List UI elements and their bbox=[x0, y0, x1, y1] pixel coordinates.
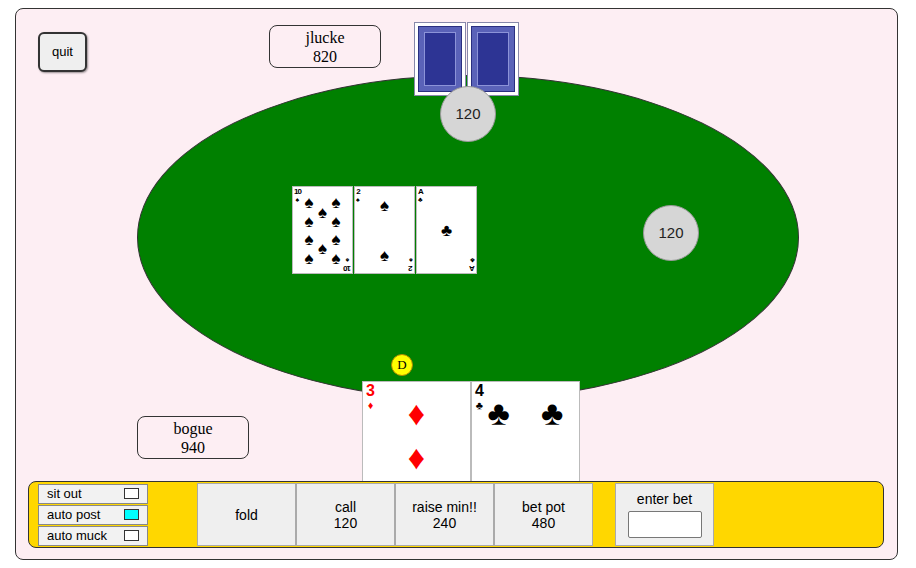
action-button[interactable]: call120 bbox=[296, 483, 395, 546]
card-rank: 10 bbox=[294, 188, 301, 196]
quit-button[interactable]: quit bbox=[38, 32, 87, 72]
dealer-button: D bbox=[391, 354, 413, 376]
bet-entry: enter bet bbox=[615, 483, 714, 546]
action-button[interactable]: fold bbox=[197, 483, 296, 546]
bet-input[interactable] bbox=[628, 511, 702, 538]
action-label: fold bbox=[235, 507, 258, 523]
action-label: raise min!! bbox=[412, 499, 477, 515]
card-pip: ♦ bbox=[408, 396, 425, 430]
card-rank: 2 bbox=[409, 264, 412, 272]
card-pip: ♠ bbox=[318, 203, 327, 220]
card-corner: 10♠ bbox=[294, 188, 301, 204]
bet-chip: 120 bbox=[440, 86, 496, 142]
option-row[interactable]: sit out bbox=[38, 484, 148, 504]
card-rank: 4 bbox=[475, 384, 484, 398]
action-amount: 120 bbox=[334, 515, 357, 531]
card-pip: ♠ bbox=[380, 197, 389, 214]
bet-chip: 120 bbox=[643, 205, 699, 261]
card-suit: ♣ bbox=[418, 196, 423, 204]
card-pip: ♠ bbox=[304, 212, 313, 229]
action-label: call bbox=[335, 499, 356, 515]
action-amount: 240 bbox=[433, 515, 456, 531]
card-pip: ♠ bbox=[332, 212, 341, 229]
option-label: auto muck bbox=[47, 526, 107, 546]
card-rank: A bbox=[470, 264, 475, 272]
card-pip: ♠ bbox=[304, 250, 313, 267]
option-checkbox[interactable] bbox=[124, 530, 139, 541]
spacer bbox=[593, 482, 615, 547]
card-rank: 3 bbox=[366, 384, 375, 398]
card-suit: ♠ bbox=[356, 196, 360, 204]
card-suit: ♠ bbox=[409, 256, 413, 264]
action-button[interactable]: bet pot480 bbox=[494, 483, 593, 546]
card-corner: 4♣ bbox=[475, 384, 484, 412]
option-label: auto post bbox=[47, 505, 101, 525]
card-corner: 3♦ bbox=[366, 384, 375, 412]
card-rank: 10 bbox=[344, 264, 351, 272]
card-back-center bbox=[424, 32, 456, 86]
card-suit: ♠ bbox=[296, 196, 300, 204]
card: 10♠10♠♠♠♠♠♠♠♠♠♠♠ bbox=[292, 186, 353, 274]
card-suit: ♣ bbox=[470, 256, 475, 264]
spacer bbox=[148, 482, 197, 547]
card-pip: ♠ bbox=[332, 193, 341, 210]
option-checkbox[interactable] bbox=[124, 509, 139, 520]
card-pip: ♠ bbox=[304, 193, 313, 210]
card-back bbox=[467, 22, 519, 96]
card-pip: ♣ bbox=[441, 222, 452, 239]
card-pip: ♠ bbox=[304, 231, 313, 248]
card-back-pattern bbox=[418, 26, 462, 92]
card-corner: A♣ bbox=[418, 188, 423, 204]
option-label: sit out bbox=[47, 484, 82, 504]
card-pip: ♠ bbox=[332, 250, 341, 267]
card-corner: A♣ bbox=[470, 256, 475, 272]
card-corner: 2♠ bbox=[356, 188, 360, 204]
card-pip: ♠ bbox=[332, 231, 341, 248]
card: 2♠2♠♠♠ bbox=[354, 186, 415, 274]
card: A♣A♣♣ bbox=[416, 186, 477, 274]
player-stack: 940 bbox=[181, 438, 205, 457]
card-pip: ♣ bbox=[488, 396, 510, 430]
card-pip: ♣ bbox=[541, 396, 563, 430]
card-corner: 2♠ bbox=[409, 256, 413, 272]
action-bar: sit outauto postauto muckfoldcall120rais… bbox=[28, 481, 884, 548]
action-amount: 480 bbox=[532, 515, 555, 531]
card-pip: ♠ bbox=[318, 240, 327, 257]
card-back-center bbox=[477, 32, 509, 86]
options-panel: sit outauto postauto muck bbox=[38, 482, 148, 547]
card-pip: ♦ bbox=[408, 440, 425, 474]
opponent-nameplate: jlucke820 bbox=[269, 25, 381, 68]
option-row[interactable]: auto muck bbox=[38, 526, 148, 546]
action-label: bet pot bbox=[522, 499, 565, 515]
card-rank: 2 bbox=[356, 188, 359, 196]
card-corner: 10♠ bbox=[344, 256, 351, 272]
player-stack: 820 bbox=[313, 47, 337, 66]
card-back bbox=[414, 22, 466, 96]
player-name: jlucke bbox=[305, 28, 344, 47]
card-pip: ♠ bbox=[380, 246, 389, 263]
player-name: bogue bbox=[173, 419, 212, 438]
option-checkbox[interactable] bbox=[124, 488, 139, 499]
card-suit: ♦ bbox=[368, 398, 374, 412]
card-suit: ♣ bbox=[476, 398, 483, 412]
card-rank: A bbox=[418, 188, 423, 196]
action-button[interactable]: raise min!!240 bbox=[395, 483, 494, 546]
bet-entry-label: enter bet bbox=[637, 491, 692, 507]
player-nameplate: bogue940 bbox=[137, 416, 249, 459]
card-suit: ♠ bbox=[346, 256, 350, 264]
option-row[interactable]: auto post bbox=[38, 505, 148, 525]
card-back-pattern bbox=[471, 26, 515, 92]
